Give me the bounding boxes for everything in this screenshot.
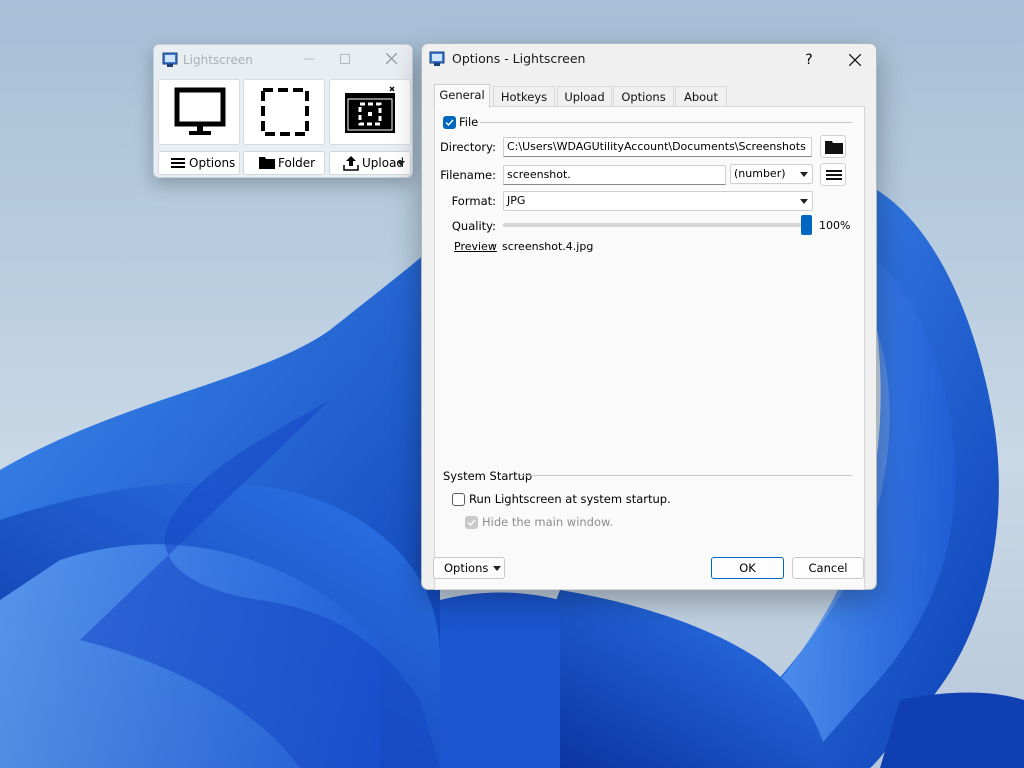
minimize-icon [304,58,314,60]
footer-options-button[interactable]: Options [433,557,505,579]
browse-folder-button[interactable] [820,135,846,158]
help-button[interactable]: ? [794,48,824,72]
checkmark-icon [467,519,476,527]
chevron-down-icon [800,172,808,177]
close-button[interactable] [376,49,406,71]
preview-colon: : [492,240,496,253]
chevron-down-icon [800,199,808,204]
upload-button[interactable]: Upload [329,151,411,175]
folder-button-label: Folder [278,156,316,170]
folder-icon [825,141,843,154]
dialog-title-bar[interactable]: Options - Lightscreen ? [422,44,876,74]
upload-icon [343,156,359,171]
file-checkbox[interactable] [443,116,456,129]
lightscreen-app-icon [429,51,445,66]
quality-slider-thumb[interactable] [801,215,812,235]
filename-field[interactable]: screenshot. [503,165,726,185]
hide-main-window-checkbox [465,516,478,529]
close-icon [385,52,397,65]
dialog-title: Options - Lightscreen [452,51,586,66]
filename-label: Filename: [440,168,496,182]
tab-options[interactable]: Options [613,86,674,107]
options-button-label: Options [189,156,236,170]
close-icon [849,54,861,66]
lightscreen-app-icon [162,52,178,67]
folder-button[interactable]: Folder [243,151,325,175]
minimize-button[interactable] [294,49,324,71]
naming-select[interactable]: (number) [730,164,813,184]
checkmark-icon [445,119,454,127]
format-label: Format: [451,194,496,208]
preview-link[interactable]: Preview [454,240,497,253]
window-capture-icon [345,86,395,133]
format-select-value: JPG [507,194,526,207]
menu-lines-icon [826,170,842,180]
dialog-close-button[interactable] [840,48,870,72]
tab-upload[interactable]: Upload [557,86,612,107]
menu-lines-icon [171,158,185,168]
run-at-startup-checkbox[interactable] [452,493,465,506]
mini-title-bar[interactable]: Lightscreen [154,45,412,75]
mini-window-title: Lightscreen [183,53,253,67]
tab-about[interactable]: About [675,86,727,107]
quality-slider-fill [503,223,807,227]
run-at-startup-label: Run Lightscreen at system startup. [469,492,671,506]
preview-filename: screenshot.4.jpg [502,240,594,253]
capture-window-button[interactable] [329,79,411,145]
format-select[interactable]: JPG [503,191,813,211]
chevron-down-icon [493,566,501,571]
hide-main-window-label: Hide the main window. [482,515,614,529]
file-group-divider [480,122,852,123]
footer-options-label: Options [444,561,489,575]
tab-general[interactable]: General [434,84,490,108]
quality-label: Quality: [451,219,496,233]
quality-value: 100% [819,219,851,232]
naming-options-button[interactable] [820,163,846,186]
directory-field[interactable]: C:\Users\WDAGUtilityAccount\Documents\Sc… [503,137,812,157]
options-dialog: Options - Lightscreen ? General Hotkeys … [421,43,877,590]
startup-group-divider [520,475,852,476]
folder-icon [259,157,275,169]
directory-label: Directory: [439,140,496,154]
lightscreen-main-window: Lightscreen Options Folder Upload [153,44,413,178]
maximize-button[interactable] [330,49,360,71]
tab-hotkeys[interactable]: Hotkeys [493,86,555,107]
naming-select-value: (number) [734,167,786,180]
area-selection-icon [261,88,309,136]
quality-slider[interactable] [503,223,807,227]
startup-group-label: System Startup [443,469,533,483]
cancel-button[interactable]: Cancel [792,557,864,579]
file-group-label: File [459,115,479,129]
chevron-down-icon [397,161,405,166]
maximize-icon [340,54,350,64]
capture-area-button[interactable] [243,79,325,145]
monitor-icon [174,87,226,135]
capture-screen-button[interactable] [158,79,240,145]
ok-button[interactable]: OK [711,557,784,579]
options-button[interactable]: Options [158,151,240,175]
